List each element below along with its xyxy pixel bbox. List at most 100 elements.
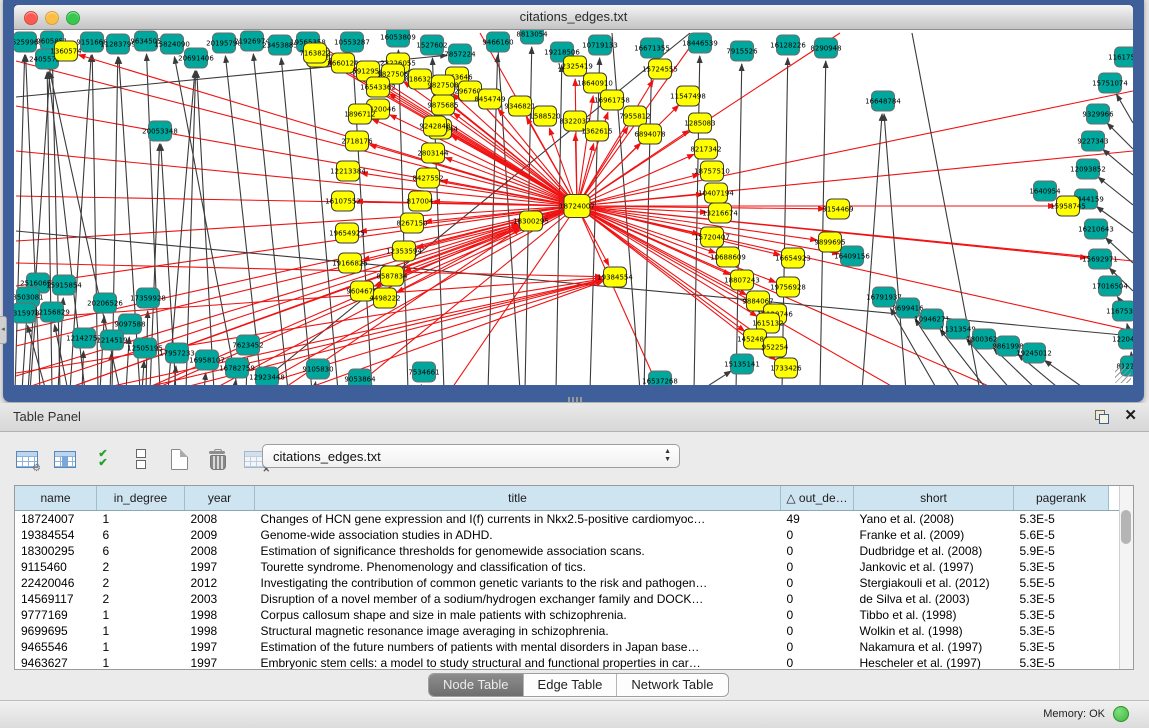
table-cell[interactable]: de Silva et al. (2003): [854, 591, 1014, 607]
table-cell[interactable]: Estimation of the future numbers of pati…: [255, 639, 781, 655]
table-cell[interactable]: 1: [97, 623, 185, 639]
table-row[interactable]: 946554611997Estimation of the future num…: [15, 639, 1134, 655]
table-cell[interactable]: 5.6E-5: [1014, 527, 1109, 543]
graph-node[interactable]: 15135141: [724, 354, 760, 374]
table-cell[interactable]: Investigating the contribution of common…: [255, 575, 781, 591]
graph-node[interactable]: 952254: [762, 337, 789, 357]
control-panel-collapse-handle[interactable]: ◂: [0, 316, 7, 344]
graph-node[interactable]: 7955812: [619, 106, 650, 126]
column-header-out_de[interactable]: △ out_de…: [781, 486, 854, 511]
graph-node[interactable]: 12353594: [386, 241, 422, 261]
table-cell[interactable]: 22420046: [15, 575, 97, 591]
graph-node[interactable]: 2803144: [417, 143, 449, 163]
graph-node[interactable]: 15751074: [1092, 73, 1128, 93]
graph-node[interactable]: 16537268: [642, 371, 678, 385]
table-cell[interactable]: 0: [781, 623, 854, 639]
table-cell[interactable]: 5.3E-5: [1014, 655, 1109, 670]
memory-status-indicator[interactable]: [1113, 706, 1129, 722]
table-row[interactable]: 977716911998Corpus callosum shape and si…: [15, 607, 1134, 623]
table-cell[interactable]: 18300295: [15, 543, 97, 559]
table-row[interactable]: 1872400712008Changes of HCN gene express…: [15, 511, 1134, 528]
table-cell[interactable]: 0: [781, 559, 854, 575]
table-cell[interactable]: 0: [781, 655, 854, 670]
graph-node[interactable]: 16053809: [380, 30, 416, 47]
graph-node[interactable]: 8427552: [412, 168, 443, 188]
graph-node[interactable]: 7623452: [232, 335, 263, 355]
graph-node[interactable]: 8217342: [690, 139, 721, 159]
table-cell[interactable]: 0: [781, 527, 854, 543]
graph-node[interactable]: 9105830: [302, 359, 333, 379]
graph-node[interactable]: 9242848: [419, 116, 450, 136]
graph-node[interactable]: 7915526: [726, 41, 758, 61]
graph-node[interactable]: 19654925: [329, 223, 365, 243]
table-cell[interactable]: 2008: [185, 511, 255, 528]
graph-node[interactable]: 16671355: [634, 38, 670, 58]
table-cell[interactable]: Corpus callosum shape and size in male p…: [255, 607, 781, 623]
graph-node[interactable]: 15720407: [694, 227, 730, 247]
network-window-titlebar[interactable]: citations_edges.txt: [14, 5, 1133, 30]
table-cell[interactable]: Dudbridge et al. (2008): [854, 543, 1014, 559]
citation-network-graph[interactable]: 1625996396058512405572491516681128379996…: [14, 30, 1133, 385]
graph-node[interactable]: 20206526: [87, 293, 123, 313]
graph-node[interactable]: 8290948: [810, 38, 841, 58]
table-row[interactable]: 1456911722003Disruption of a novel membe…: [15, 591, 1134, 607]
table-cell[interactable]: 49: [781, 511, 854, 528]
graph-node[interactable]: 1285083: [684, 113, 715, 133]
table-cell[interactable]: 1: [97, 639, 185, 655]
graph-node[interactable]: 6894078: [634, 124, 665, 144]
table-cell[interactable]: 1997: [185, 639, 255, 655]
table-cell[interactable]: 5.3E-5: [1014, 607, 1109, 623]
table-cell[interactable]: Yano et al. (2008): [854, 511, 1014, 528]
table-cell[interactable]: 1: [97, 607, 185, 623]
column-header-name[interactable]: name: [15, 486, 97, 511]
table-cell[interactable]: 14569117: [15, 591, 97, 607]
table-row[interactable]: 1938455462009Genome-wide association stu…: [15, 527, 1134, 543]
graph-node[interactable]: 11617533: [1108, 47, 1133, 67]
table-cell[interactable]: 5.3E-5: [1014, 559, 1109, 575]
table-cell[interactable]: 5.9E-5: [1014, 543, 1109, 559]
table-row[interactable]: 911546021997Tourette syndrome. Phenomeno…: [15, 559, 1134, 575]
table-cell[interactable]: 0: [781, 591, 854, 607]
table-cell[interactable]: 0: [781, 575, 854, 591]
tab-network-table[interactable]: Network Table: [617, 674, 727, 696]
graph-nodes[interactable]: 1625996396058512405572491516681128379996…: [14, 30, 1133, 385]
graph-node[interactable]: 11675380: [1106, 301, 1133, 321]
graph-node[interactable]: 9466160: [482, 32, 513, 52]
table-cell[interactable]: Hescheler et al. (1997): [854, 655, 1014, 670]
table-cell[interactable]: 2012: [185, 575, 255, 591]
panel-splitter-handle[interactable]: [568, 397, 582, 402]
graph-node[interactable]: 15724555: [642, 59, 678, 79]
graph-node[interactable]: 8587834: [376, 266, 408, 286]
graph-node[interactable]: 16107552: [325, 191, 361, 211]
table-cell[interactable]: Nakamura et al. (1997): [854, 639, 1014, 655]
table-settings-icon[interactable]: ⚙: [14, 446, 40, 472]
graph-node[interactable]: 17359928: [130, 288, 166, 308]
table-cell[interactable]: Franke et al. (2009): [854, 527, 1014, 543]
table-cell[interactable]: 6: [97, 543, 185, 559]
table-cell[interactable]: Estimation of significance thresholds fo…: [255, 543, 781, 559]
table-cell[interactable]: 1997: [185, 655, 255, 670]
table-cell[interactable]: 18724007: [15, 511, 97, 528]
graph-node[interactable]: 17016504: [1092, 276, 1128, 296]
graph-node[interactable]: 10553287: [334, 32, 370, 52]
graph-node[interactable]: 12213384: [330, 161, 366, 181]
graph-node[interactable]: 1896712: [344, 104, 375, 124]
table-cell[interactable]: 6: [97, 527, 185, 543]
table-cell[interactable]: 0: [781, 639, 854, 655]
table-cell[interactable]: Structural magnetic resonance image aver…: [255, 623, 781, 639]
select-rows-icon[interactable]: ✔✔: [90, 446, 116, 472]
table-cell[interactable]: 1: [97, 511, 185, 528]
table-cell[interactable]: 1997: [185, 559, 255, 575]
table-cell[interactable]: Tibbo et al. (1998): [854, 607, 1014, 623]
graph-node[interactable]: 9154469: [822, 199, 853, 219]
column-header-pagerank[interactable]: pagerank: [1014, 486, 1109, 511]
graph-node[interactable]: 9329966: [1082, 104, 1114, 124]
table-row[interactable]: 946362711997Embryonic stem cells: a mode…: [15, 655, 1134, 670]
table-row[interactable]: 1830029562008Estimation of significance …: [15, 543, 1134, 559]
graph-node[interactable]: 9899695: [814, 232, 845, 252]
graph-node[interactable]: 7857224: [444, 44, 476, 64]
table-cell[interactable]: Embryonic stem cells: a model to study s…: [255, 655, 781, 670]
table-cell[interactable]: 5.3E-5: [1014, 511, 1109, 528]
graph-hub-node[interactable]: 18724007: [559, 195, 595, 218]
table-cell[interactable]: 2009: [185, 527, 255, 543]
